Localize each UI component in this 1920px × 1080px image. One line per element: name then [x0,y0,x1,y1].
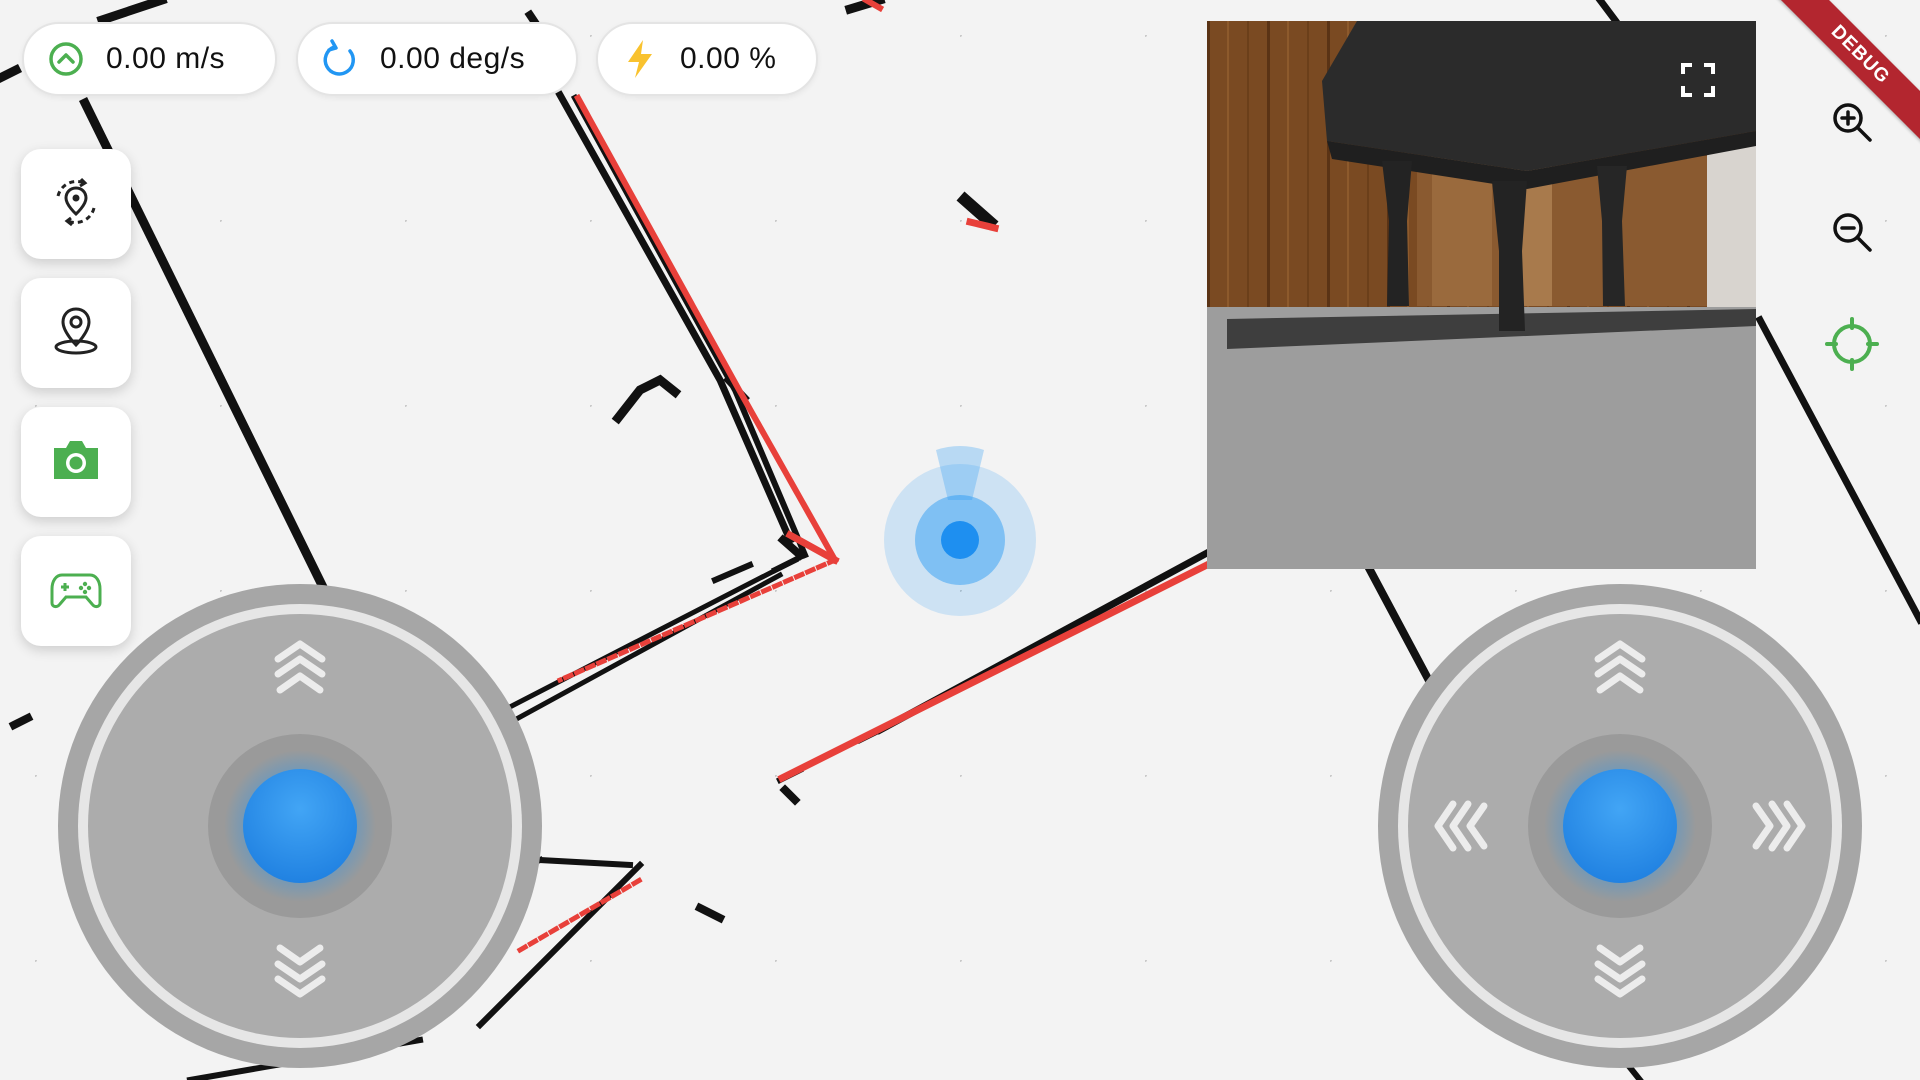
camera-button[interactable] [21,407,131,517]
angular-speed-pill: 0.00 deg/s [296,22,578,96]
locate-robot-button[interactable] [1824,316,1880,376]
relocalize-button[interactable] [21,149,131,259]
camera-feed[interactable] [1207,21,1756,569]
lightning-icon [620,39,660,79]
left-joystick-knob[interactable] [243,769,357,883]
linear-speed-value: 0.00 m/s [106,42,226,75]
battery-pill: 0.00 % [596,22,818,96]
relocalize-pin-icon [48,174,104,235]
linear-speed-pill: 0.00 m/s [22,22,277,96]
zoom-in-button[interactable] [1824,96,1880,152]
battery-value: 0.00 % [680,42,777,75]
location-pin-icon [48,303,104,364]
right-joystick-knob[interactable] [1563,769,1677,883]
rotate-icon [320,39,360,79]
up-arrow-circle-icon [46,39,86,79]
angular-speed-value: 0.00 deg/s [380,42,526,75]
crosshair-icon [1825,316,1879,376]
zoom-out-button[interactable] [1824,206,1880,262]
zoom-in-icon [1829,99,1875,150]
fullscreen-icon[interactable] [1678,60,1718,100]
navigate-button[interactable] [21,278,131,388]
zoom-out-icon [1829,209,1875,260]
camera-icon [50,434,102,491]
right-joystick[interactable] [1378,584,1862,1068]
left-joystick[interactable] [58,584,542,1068]
